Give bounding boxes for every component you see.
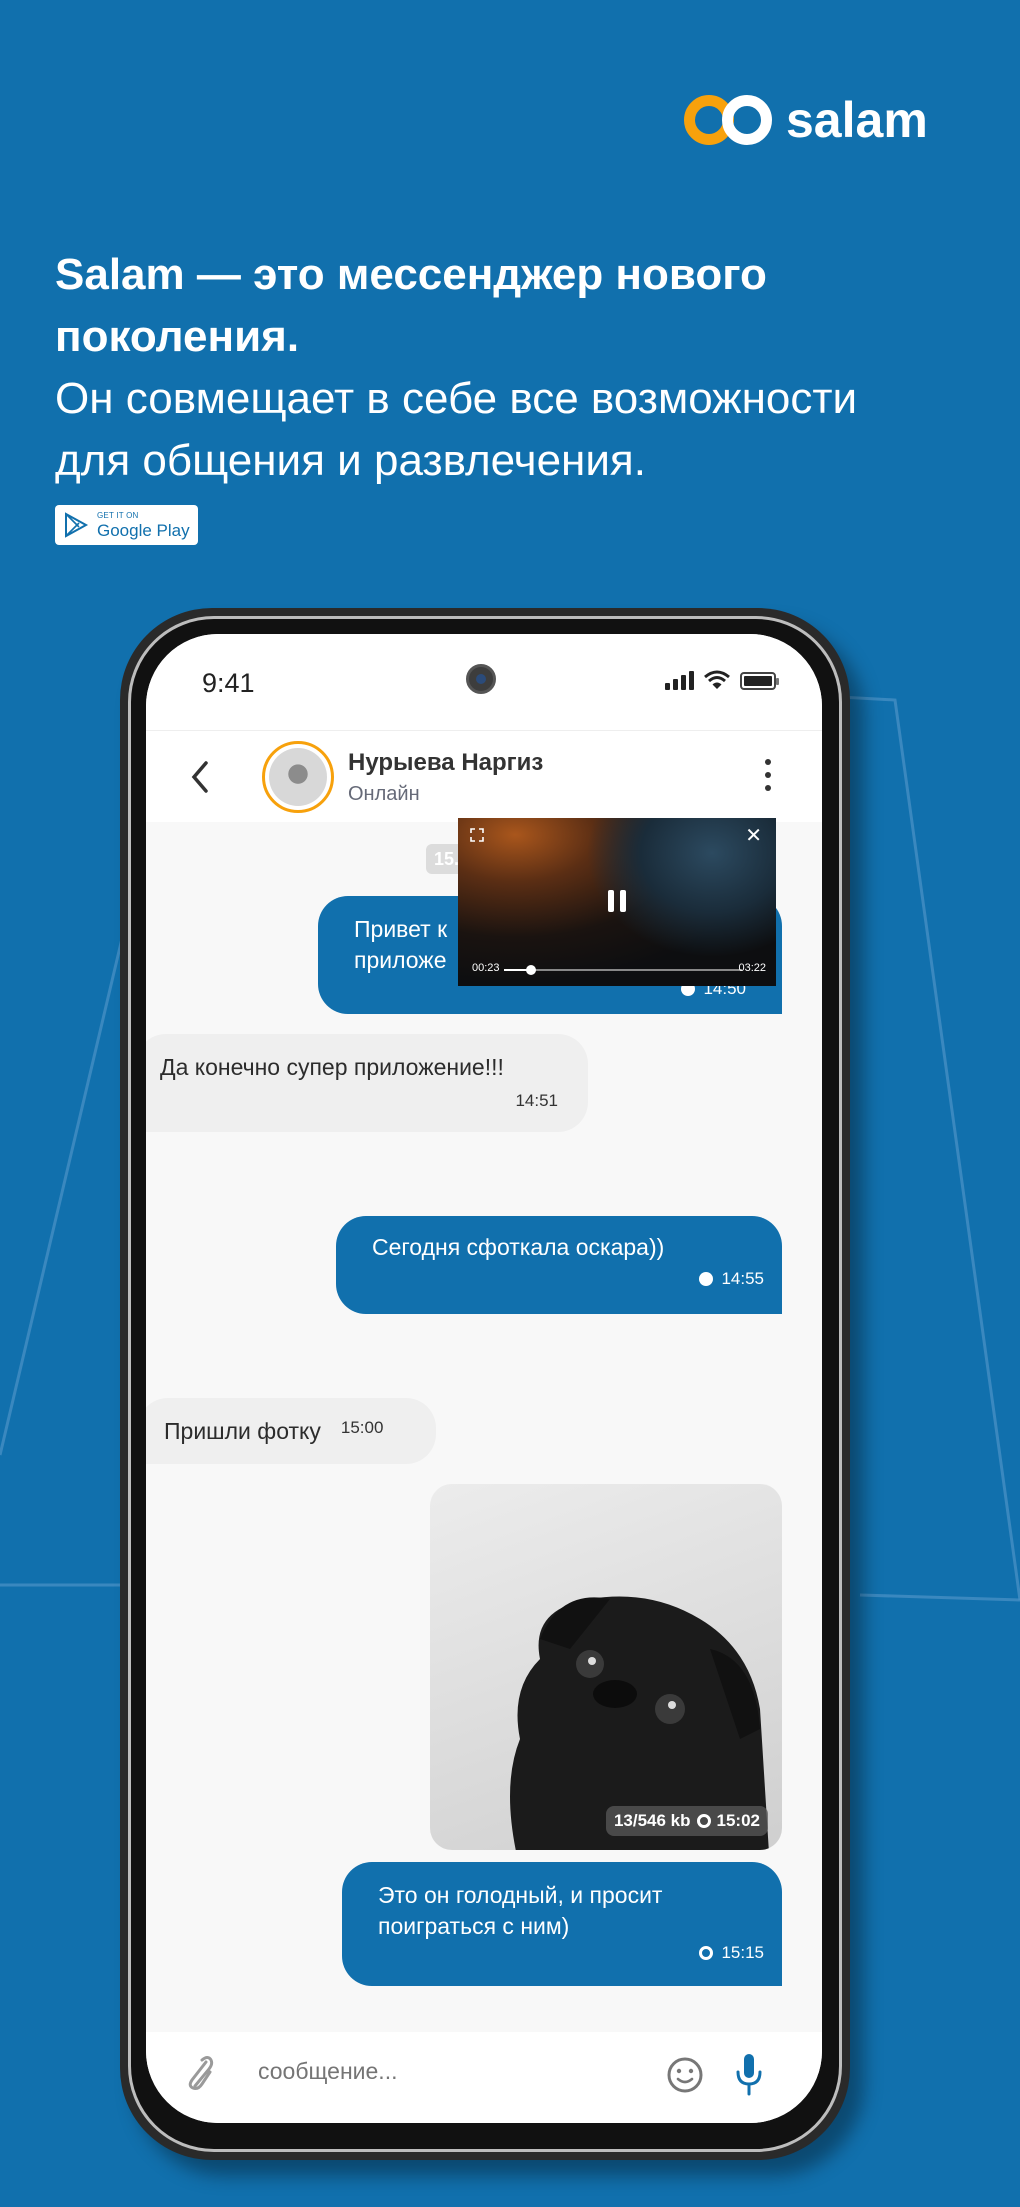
status-time: 9:41 — [202, 668, 255, 698]
message-text: Пришли фотку — [164, 1418, 321, 1444]
google-play-icon — [65, 512, 89, 538]
message-time: 15:02 — [716, 1811, 760, 1830]
pause-icon[interactable] — [608, 890, 626, 912]
chat-header: Нурыева Наргиз Онлайн — [146, 730, 822, 822]
message-time: 14:55 — [721, 1269, 764, 1288]
salam-logo: salam — [684, 88, 928, 152]
google-play-badge[interactable]: GET IT ON Google Play — [55, 505, 198, 545]
status-bar: 9:41 — [146, 634, 822, 730]
expand-icon[interactable] — [470, 828, 484, 842]
message-time: 14:51 — [515, 1091, 558, 1110]
back-icon[interactable] — [186, 757, 216, 797]
avatar[interactable] — [262, 741, 334, 813]
badge-small-text: GET IT ON — [97, 510, 139, 520]
message-text-line-1: Это он голодный, и просит — [378, 1882, 663, 1908]
wifi-icon — [704, 670, 730, 689]
phone-screen: 9:41 Нурыева Наргиз Онлайн 15. Привет к … — [146, 634, 822, 2123]
message-outgoing[interactable]: Сегодня сфоткала оскара)) 14:55 — [336, 1216, 782, 1314]
mic-icon[interactable] — [734, 2052, 764, 2096]
headline-line-1: Он совмещает в себе все возможности — [55, 374, 858, 423]
badge-large-text: Google Play — [97, 520, 190, 540]
contact-status: Онлайн — [348, 783, 420, 805]
video-total-time: 03:22 — [738, 962, 766, 974]
battery-icon — [740, 672, 779, 690]
message-incoming[interactable]: Пришли фотку 15:00 — [146, 1398, 436, 1464]
headline-bold-line-1: Salam — это мессенджер нового — [55, 250, 767, 299]
photo-message[interactable]: 13/546 kb 15:02 — [430, 1484, 782, 1850]
message-composer — [146, 2032, 822, 2123]
sent-dot-icon — [699, 1271, 714, 1286]
message-input[interactable] — [258, 2058, 638, 2085]
photo-meta: 13/546 kb 15:02 — [605, 1806, 768, 1836]
pending-ring-icon — [696, 1814, 711, 1828]
video-seek-handle[interactable] — [526, 965, 537, 975]
video-current-time: 00:23 — [472, 962, 500, 974]
message-text: Да конечно супер приложение!!! — [160, 1054, 504, 1080]
message-incoming[interactable]: Да конечно супер приложение!!! 14:51 — [146, 1034, 588, 1132]
emoji-icon[interactable] — [666, 2056, 704, 2094]
close-icon[interactable]: ✕ — [745, 826, 762, 846]
message-time: 15:15 — [721, 1943, 764, 1962]
signal-icon — [665, 671, 694, 690]
pending-ring-icon — [699, 1945, 714, 1960]
attach-icon[interactable] — [180, 2052, 214, 2092]
headline-bold-line-2: поколения. — [55, 312, 300, 361]
more-vertical-icon[interactable] — [764, 759, 772, 791]
message-text: Сегодня сфоткала оскара)) — [372, 1234, 665, 1260]
message-time: 15:00 — [340, 1418, 384, 1437]
headline-line-2: для общения и развлечения. — [55, 436, 646, 485]
contact-name[interactable]: Нурыева Наргиз — [348, 749, 543, 777]
front-camera — [466, 664, 496, 694]
video-player[interactable]: ✕ 00:23 03:22 — [458, 818, 776, 986]
logo-white-ring-icon — [722, 95, 772, 145]
promo-headline: Salam — это мессенджер нового поколения.… — [55, 244, 995, 492]
photo-size: 13/546 kb — [613, 1811, 691, 1830]
logo-text: salam — [786, 92, 928, 148]
message-outgoing[interactable]: Это он голодный, и просит поиграться с н… — [342, 1862, 782, 1986]
video-seek-bar[interactable] — [504, 965, 742, 975]
